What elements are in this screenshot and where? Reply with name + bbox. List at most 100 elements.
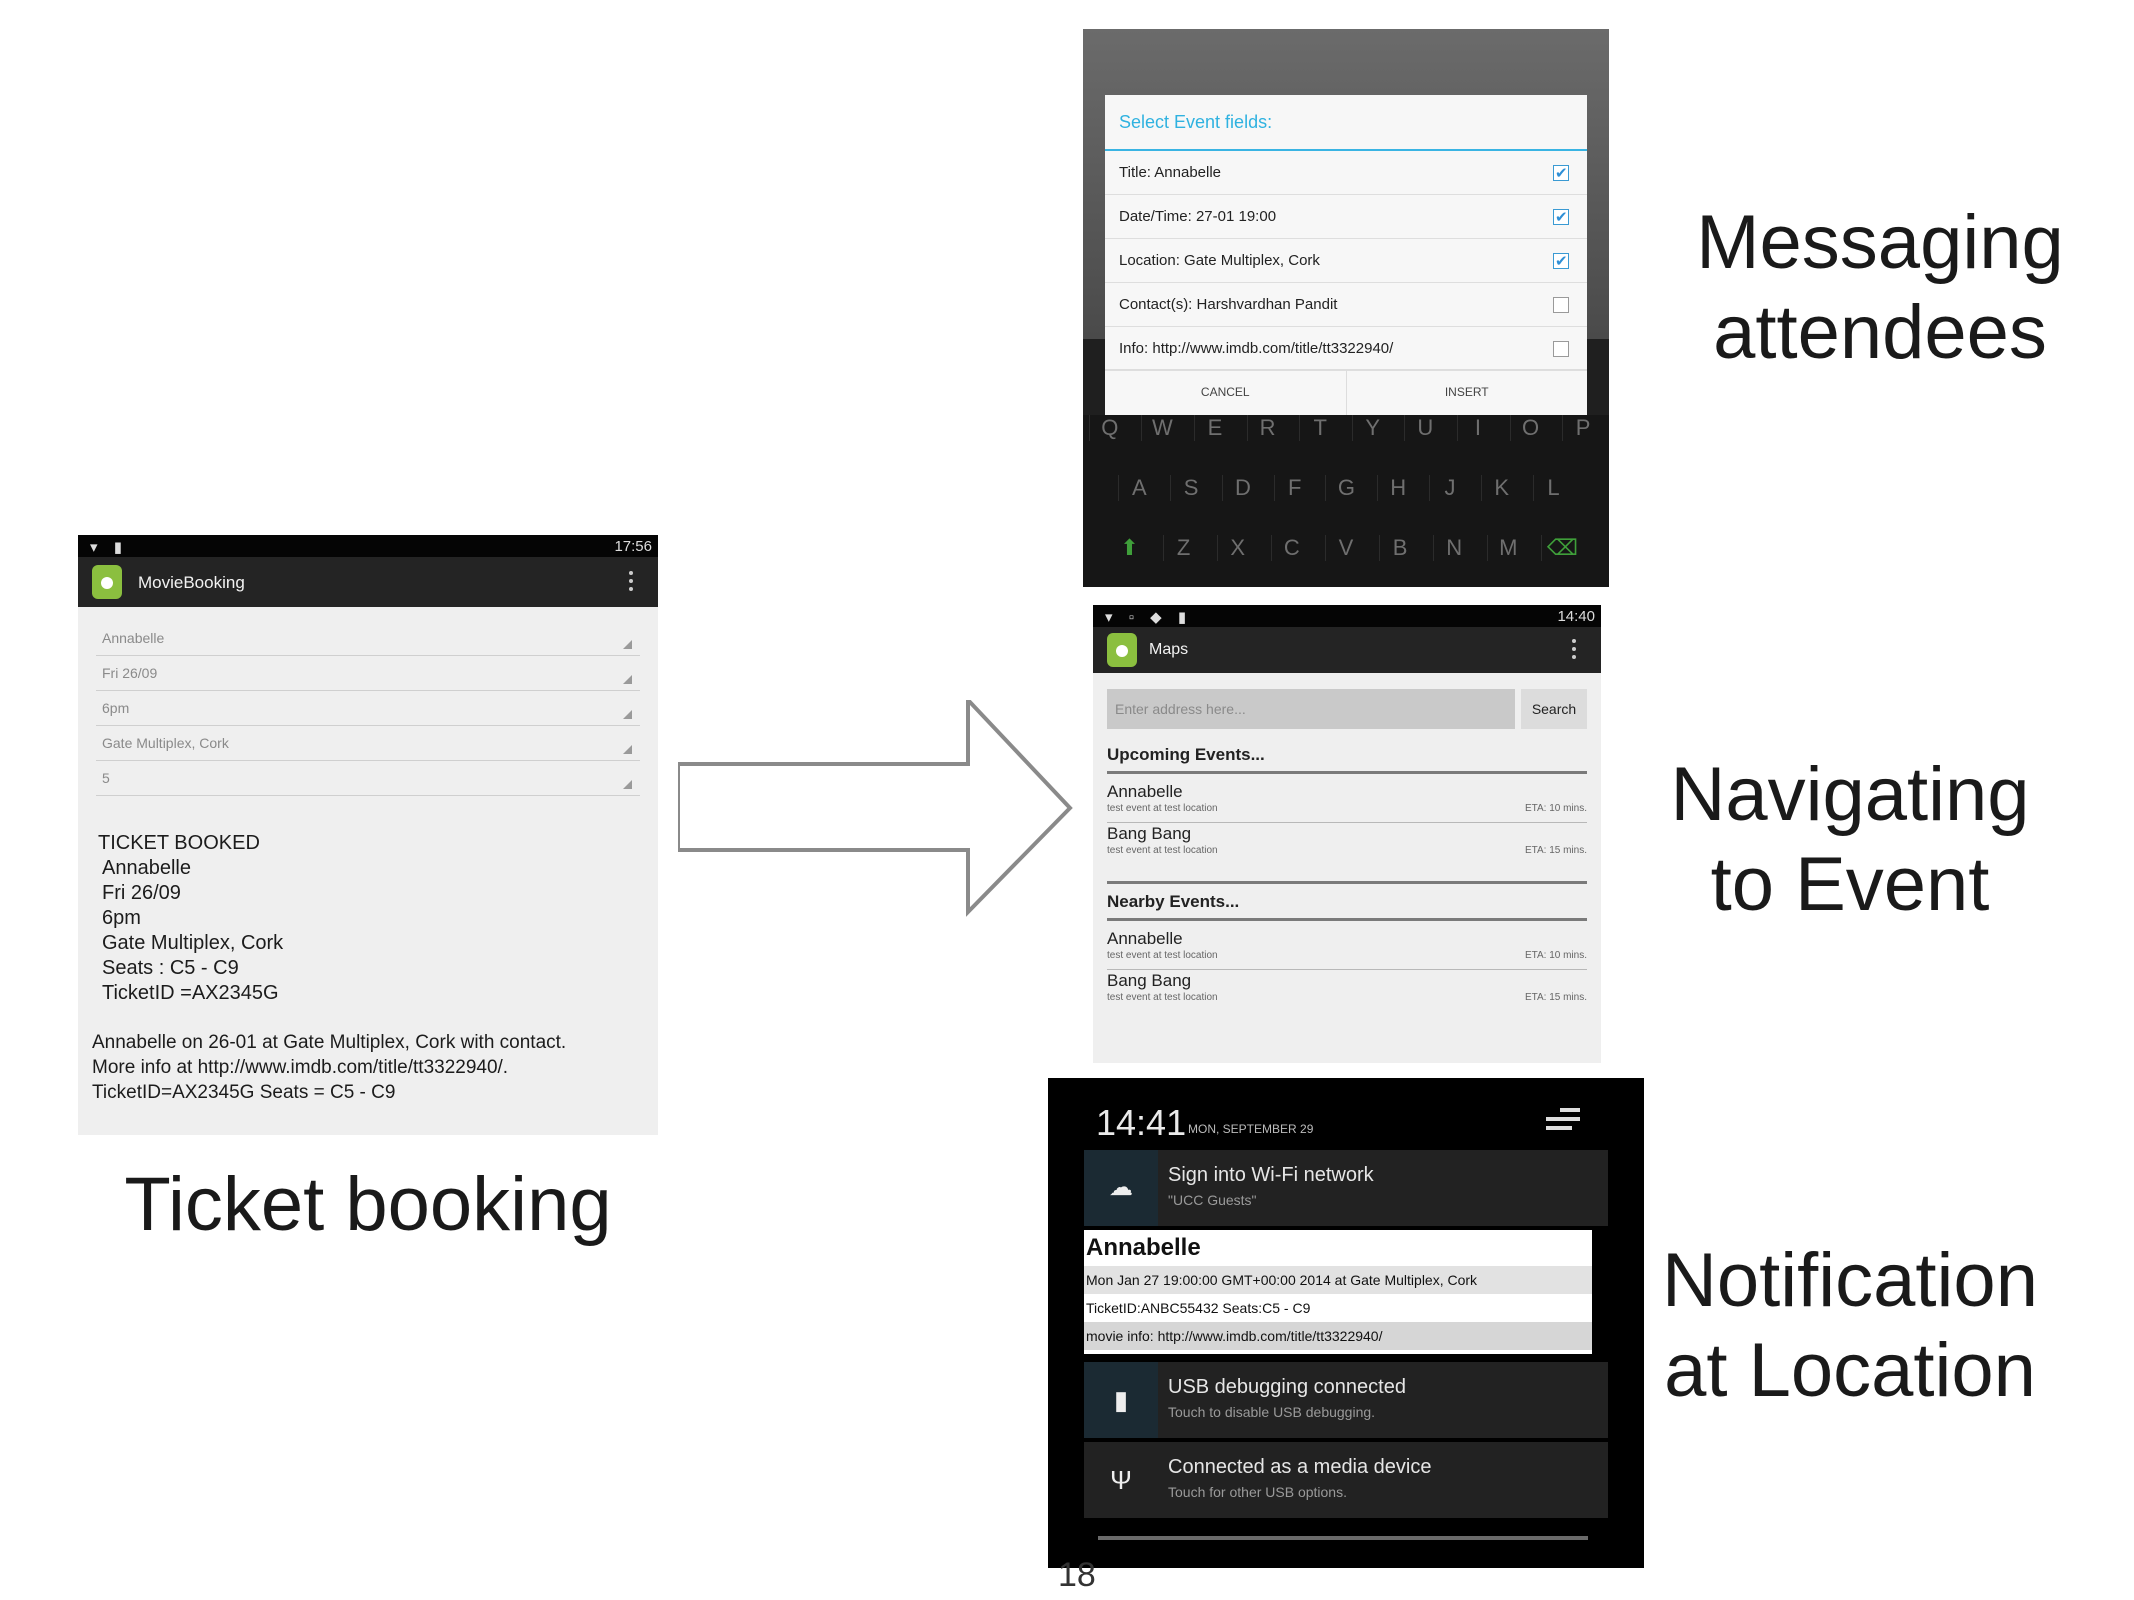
usb-debug-icon: ▮ [1084, 1362, 1158, 1438]
key[interactable]: D [1221, 475, 1263, 501]
list-item[interactable]: Annabelle test event at test location ETA… [1107, 781, 1587, 823]
cinema-spinner[interactable]: Gate Multiplex, Cork [96, 726, 640, 761]
booked-heading: TICKET BOOKED [98, 832, 260, 854]
event-title: Annabelle [1086, 1234, 1201, 1261]
message-line: Annabelle on 26-01 at Gate Multiplex, Co… [92, 1032, 567, 1053]
key[interactable]: Z [1162, 535, 1204, 561]
field-title-row[interactable]: Title: Annabelle [1105, 151, 1587, 195]
notification-title: Connected as a media device [1168, 1456, 1432, 1478]
key[interactable]: B [1379, 535, 1420, 561]
key[interactable]: W [1141, 415, 1182, 441]
booked-cinema: Gate Multiplex, Cork [102, 932, 284, 954]
upcoming-events-header: Upcoming Events... [1107, 745, 1587, 774]
field-checkbox[interactable] [1553, 240, 1569, 283]
status-bar: ▾ ▫ ◆ ▮ 14:40 [1093, 605, 1601, 627]
drag-handle[interactable] [1098, 1536, 1588, 1540]
notification-title: USB debugging connected [1168, 1376, 1406, 1398]
key[interactable]: Y [1351, 415, 1393, 441]
booked-time: 6pm [102, 907, 141, 929]
action-bar: Maps [1093, 627, 1601, 673]
key[interactable]: L [1532, 475, 1574, 501]
clock-time: 14:41 [1096, 1102, 1187, 1143]
event-name: Bang Bang [1107, 971, 1192, 990]
backspace-key-icon[interactable]: ⌫ [1541, 535, 1582, 561]
list-item[interactable]: Annabelle test event at test location ETA… [1107, 928, 1587, 970]
wifi-notification[interactable]: ☁ Sign into Wi-Fi network "UCC Guests" [1084, 1150, 1608, 1226]
shift-key-icon[interactable]: ⬆ [1110, 535, 1150, 561]
notification-subtitle: Touch for other USB options. [1168, 1484, 1347, 1500]
key[interactable]: Q [1088, 415, 1130, 441]
key[interactable]: G [1325, 475, 1366, 501]
media-device-notification[interactable]: Ψ Connected as a media device Touch for … [1084, 1442, 1608, 1518]
seats-spinner[interactable]: 5 [96, 761, 640, 796]
movie-spinner[interactable]: Annabelle [96, 621, 640, 656]
booked-date: Fri 26/09 [102, 882, 181, 904]
key[interactable]: A [1118, 475, 1159, 501]
field-datetime-row[interactable]: Date/Time: 27-01 19:00 [1105, 195, 1587, 239]
field-checkbox[interactable] [1553, 297, 1569, 313]
key[interactable]: C [1270, 535, 1312, 561]
android-app-icon [1107, 633, 1137, 667]
event-row: Mon Jan 27 19:00:00 GMT+00:00 2014 at Ga… [1084, 1266, 1592, 1294]
time-spinner[interactable]: 6pm [96, 691, 640, 726]
booked-movie: Annabelle [102, 857, 191, 879]
field-checkbox[interactable] [1553, 196, 1569, 239]
action-bar: MovieBooking [78, 557, 658, 607]
field-checkbox[interactable] [1553, 341, 1569, 357]
key[interactable]: F [1273, 475, 1315, 501]
key[interactable]: K [1480, 475, 1522, 501]
cancel-button[interactable]: CANCEL [1105, 370, 1346, 415]
event-eta: ETA: 10 mins. [1524, 803, 1587, 814]
caption-line: at Location [1664, 1328, 2036, 1413]
notification-subtitle: Touch to disable USB debugging. [1168, 1404, 1376, 1420]
key[interactable]: M [1487, 535, 1528, 561]
field-label: Location: Gate Multiplex, Cork [1119, 252, 1320, 269]
key[interactable]: V [1324, 535, 1366, 561]
key[interactable]: S [1170, 475, 1211, 501]
event-eta: ETA: 15 mins. [1524, 992, 1587, 1003]
insert-button[interactable]: INSERT [1345, 370, 1588, 415]
usb-debugging-notification[interactable]: ▮ USB debugging connected Touch to disab… [1084, 1362, 1608, 1438]
maps-screenshot: ▾ ▫ ◆ ▮ 14:40 Maps Enter address here...… [1093, 605, 1601, 1063]
event-notification[interactable]: Annabelle Mon Jan 27 19:00:00 GMT+00:00 … [1084, 1230, 1592, 1354]
field-checkbox[interactable] [1553, 152, 1569, 195]
overflow-menu-icon[interactable] [1571, 639, 1577, 663]
status-bar: ▾ ▮ 17:56 [78, 535, 658, 557]
key[interactable]: U [1404, 415, 1445, 441]
key[interactable]: E [1193, 415, 1235, 441]
quick-settings-icon[interactable] [1546, 1108, 1580, 1135]
key[interactable]: P [1562, 415, 1603, 441]
message-line: More info at http://www.imdb.com/title/t… [92, 1057, 509, 1078]
overflow-menu-icon[interactable] [628, 571, 634, 595]
field-contacts-row[interactable]: Contact(s): Harshvardhan Pandit [1105, 283, 1587, 327]
caption-notification: Notification at Location [1620, 1236, 2080, 1416]
caption-ticket-booking: Ticket booking [124, 1162, 612, 1247]
notification-subtitle: "UCC Guests" [1168, 1192, 1257, 1208]
field-info-row[interactable]: Info: http://www.imdb.com/title/tt332294… [1105, 327, 1587, 371]
event-subtitle: test event at test location [1107, 845, 1218, 856]
key[interactable]: N [1433, 535, 1474, 561]
key[interactable]: O [1509, 415, 1551, 441]
list-item[interactable]: Bang Bang test event at test location ETA… [1107, 970, 1587, 1012]
field-location-row[interactable]: Location: Gate Multiplex, Cork [1105, 239, 1587, 283]
event-name: Annabelle [1107, 782, 1183, 801]
key[interactable]: I [1456, 415, 1498, 441]
caption-navigating: Navigating to Event [1630, 750, 2070, 930]
key[interactable]: T [1299, 415, 1340, 441]
keyboard-row-3: ⬆ Z X C V B N M ⌫ [1083, 535, 1609, 561]
event-subtitle: test event at test location [1107, 950, 1218, 961]
address-input[interactable]: Enter address here... [1107, 689, 1515, 729]
date-spinner[interactable]: Fri 26/09 [96, 656, 640, 691]
key[interactable]: H [1377, 475, 1418, 501]
list-item[interactable]: Bang Bang test event at test location ETA… [1107, 823, 1587, 865]
wifi-icon: ▾ ▮ [90, 539, 128, 556]
app-title: Maps [1149, 641, 1189, 658]
android-app-icon [92, 565, 122, 599]
search-button[interactable]: Search [1521, 689, 1587, 729]
notification-screenshot: 14:41 MON, SEPTEMBER 29 ☁ Sign into Wi-F… [1048, 1078, 1644, 1568]
key[interactable]: R [1246, 415, 1288, 441]
dialog-buttons: CANCEL INSERT [1105, 369, 1587, 415]
key[interactable]: J [1428, 475, 1470, 501]
right-arrow-icon [678, 700, 1073, 917]
key[interactable]: X [1216, 535, 1258, 561]
